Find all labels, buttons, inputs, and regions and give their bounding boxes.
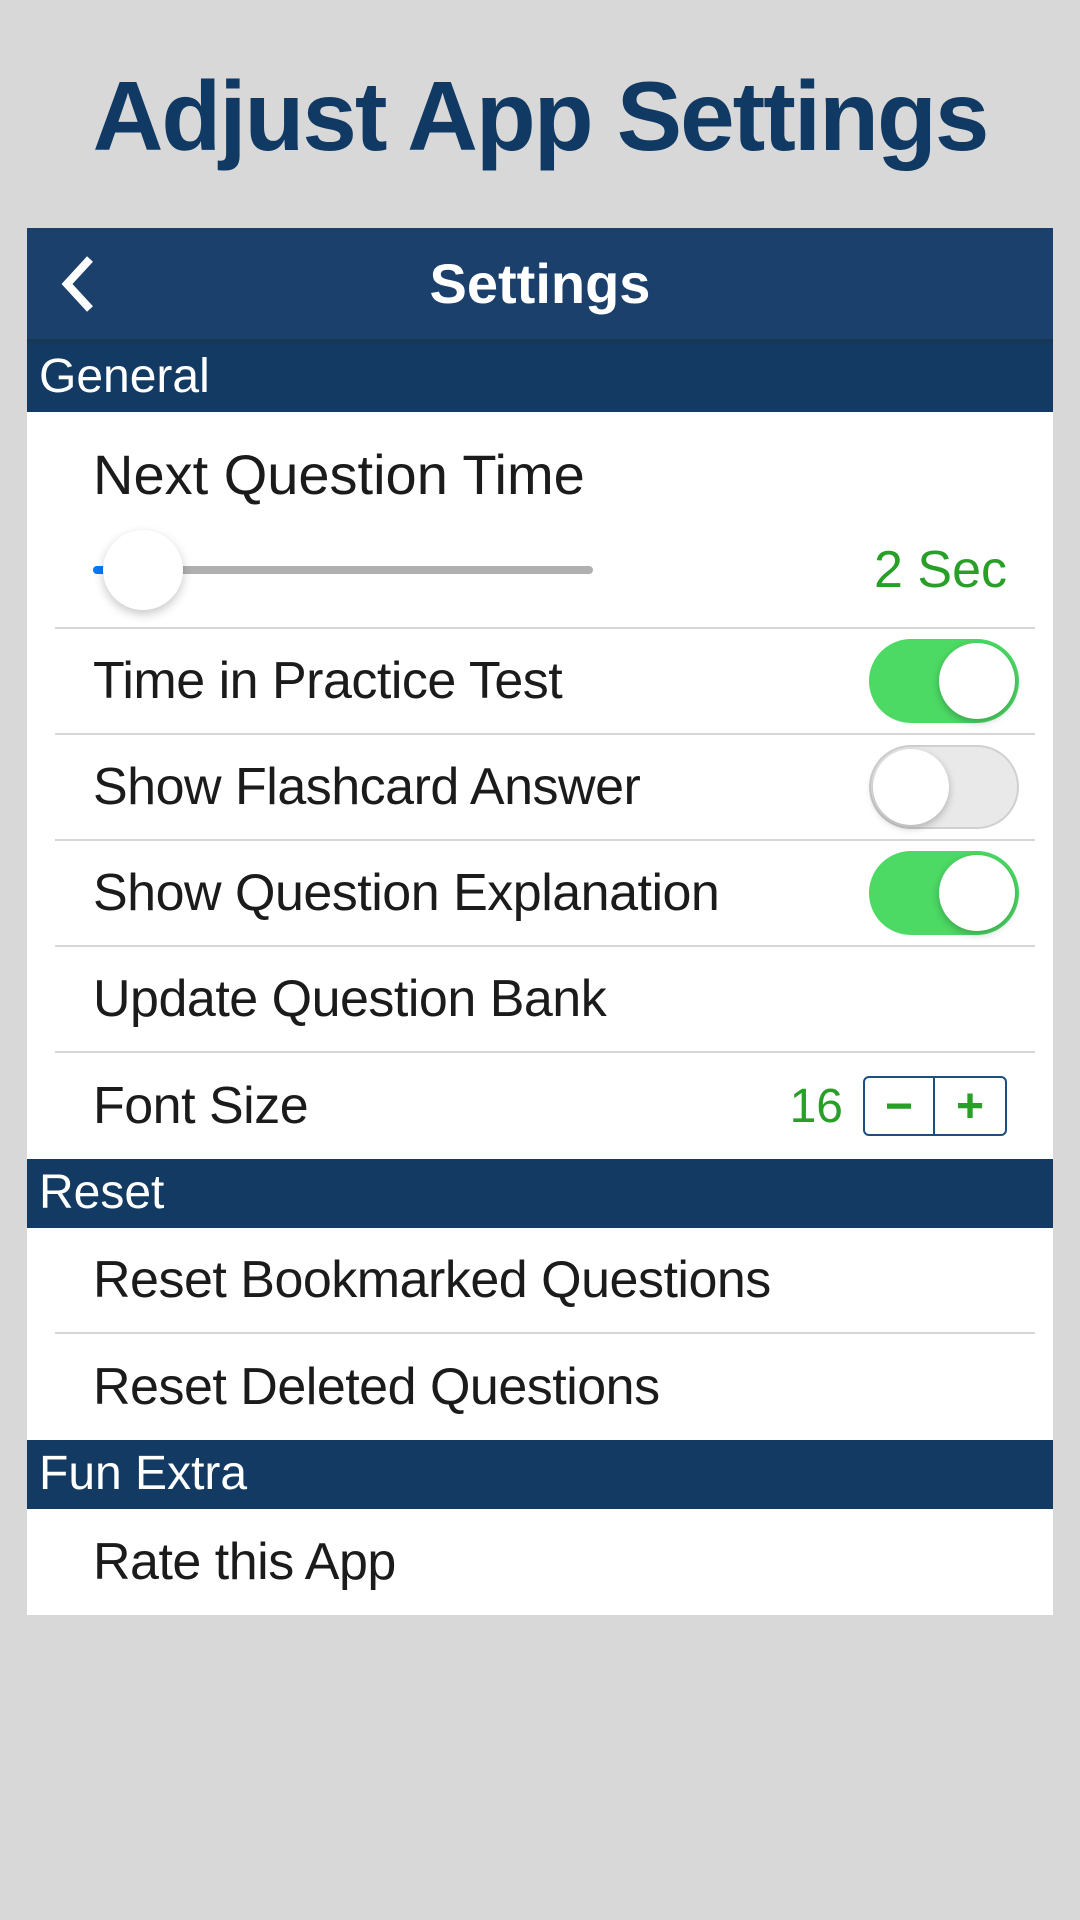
section-header-fun-extra: Fun Extra bbox=[27, 1440, 1053, 1509]
show-question-explanation-row: Show Question Explanation bbox=[55, 841, 1035, 947]
slider-thumb[interactable] bbox=[103, 530, 183, 610]
reset-deleted-questions-row[interactable]: Reset Deleted Questions bbox=[55, 1334, 1035, 1440]
back-button[interactable] bbox=[52, 249, 102, 319]
rate-this-app-label: Rate this App bbox=[93, 1532, 396, 1592]
reset-bookmarked-questions-row[interactable]: Reset Bookmarked Questions bbox=[55, 1228, 1035, 1334]
next-question-time-value: 2 Sec bbox=[874, 540, 1007, 600]
show-question-explanation-label: Show Question Explanation bbox=[93, 863, 719, 923]
next-question-time-row: Next Question Time 2 Sec bbox=[55, 412, 1035, 629]
update-question-bank-label: Update Question Bank bbox=[93, 969, 606, 1029]
app-frame: Settings General Next Question Time 2 Se… bbox=[27, 228, 1053, 1615]
next-question-time-slider[interactable] bbox=[93, 535, 593, 605]
font-size-decrease-button[interactable]: − bbox=[865, 1078, 935, 1134]
section-header-general: General bbox=[27, 343, 1053, 412]
next-question-time-label: Next Question Time bbox=[93, 442, 1007, 507]
show-flashcard-answer-row: Show Flashcard Answer bbox=[55, 735, 1035, 841]
font-size-label: Font Size bbox=[93, 1076, 308, 1136]
section-header-reset: Reset bbox=[27, 1159, 1053, 1228]
font-size-value: 16 bbox=[790, 1079, 843, 1134]
toggle-thumb bbox=[939, 855, 1015, 931]
section-fun-extra: Rate this App bbox=[27, 1509, 1053, 1615]
reset-bookmarked-questions-label: Reset Bookmarked Questions bbox=[93, 1250, 771, 1310]
chevron-left-icon bbox=[59, 254, 95, 314]
show-question-explanation-toggle[interactable] bbox=[869, 851, 1019, 935]
toggle-thumb bbox=[939, 643, 1015, 719]
font-size-increase-button[interactable]: + bbox=[935, 1078, 1005, 1134]
navbar-title: Settings bbox=[27, 251, 1053, 316]
font-size-row: Font Size 16 − + bbox=[55, 1053, 1035, 1159]
time-in-practice-test-row: Time in Practice Test bbox=[55, 629, 1035, 735]
show-flashcard-answer-label: Show Flashcard Answer bbox=[93, 757, 640, 817]
show-flashcard-answer-toggle[interactable] bbox=[869, 745, 1019, 829]
time-in-practice-test-label: Time in Practice Test bbox=[93, 651, 562, 711]
section-reset: Reset Bookmarked Questions Reset Deleted… bbox=[27, 1228, 1053, 1440]
section-general: Next Question Time 2 Sec Time in Practic… bbox=[27, 412, 1053, 1159]
navbar: Settings bbox=[27, 228, 1053, 343]
reset-deleted-questions-label: Reset Deleted Questions bbox=[93, 1357, 660, 1417]
update-question-bank-row[interactable]: Update Question Bank bbox=[55, 947, 1035, 1053]
toggle-thumb bbox=[873, 749, 949, 825]
font-size-stepper: − + bbox=[863, 1076, 1007, 1136]
plus-icon: + bbox=[956, 1079, 984, 1134]
rate-this-app-row[interactable]: Rate this App bbox=[55, 1509, 1035, 1615]
minus-icon: − bbox=[885, 1079, 913, 1134]
time-in-practice-test-toggle[interactable] bbox=[869, 639, 1019, 723]
page-heading: Adjust App Settings bbox=[27, 30, 1053, 228]
